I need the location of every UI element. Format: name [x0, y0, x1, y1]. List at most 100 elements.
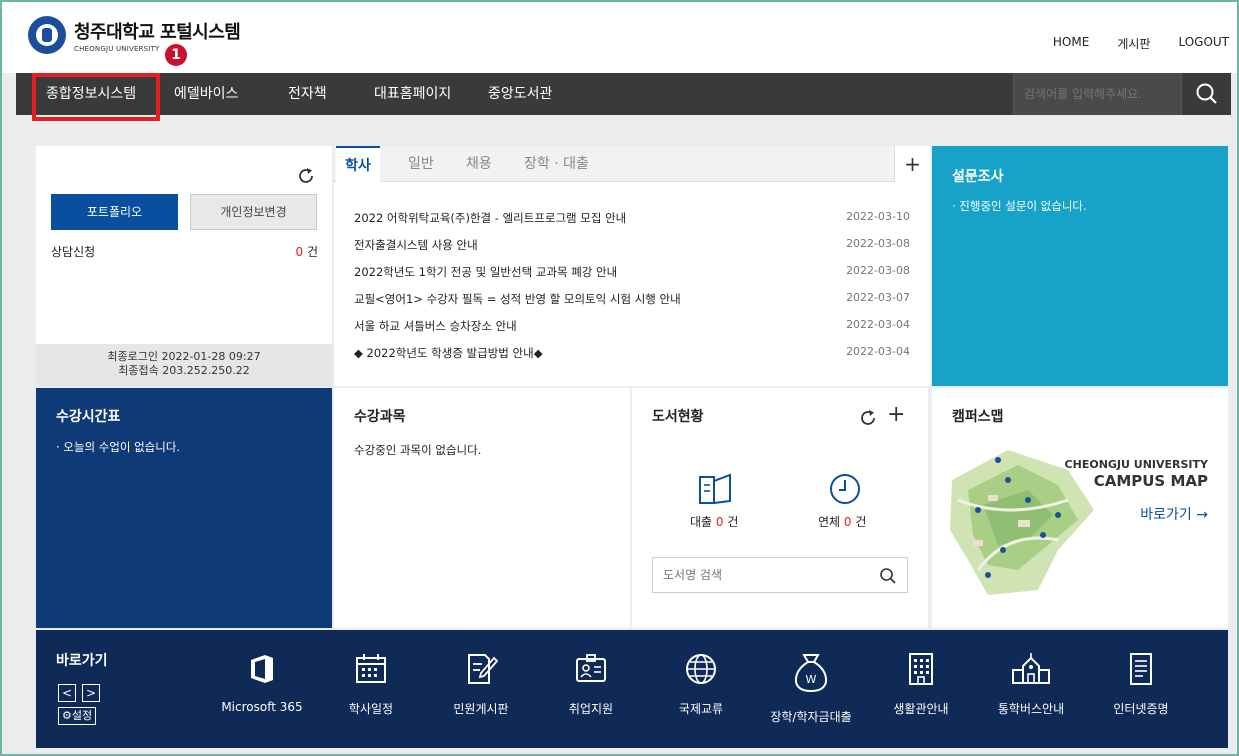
logout-link[interactable]: LOGOUT	[1178, 35, 1229, 52]
consult-count-value: 0	[295, 245, 304, 259]
quicklinks-prev-button[interactable]: <	[58, 684, 76, 702]
loan-status[interactable]: 대출 0 건	[690, 513, 738, 530]
notice-panel: 학사 일반 채용 장학 · 대출 + 2022 어학위탁교육(주)한결 - 엘리…	[334, 146, 930, 386]
calendar-icon	[356, 654, 386, 683]
campus-map-heading2: CAMPUS MAP	[1093, 472, 1208, 490]
campus-map-title: 캠퍼스맵	[952, 409, 1004, 425]
library-more-button[interactable]: +	[887, 402, 905, 427]
overdue-label: 연체	[818, 515, 841, 529]
top-links: HOME 게시판 LOGOUT	[1053, 35, 1229, 52]
survey-title: 설문조사	[952, 169, 1004, 185]
quicklink-career[interactable]: 취업지원	[536, 652, 646, 717]
quicklink-international[interactable]: 국제교류	[646, 652, 756, 717]
book-search	[652, 557, 908, 593]
quicklink-label: 생활관안내	[893, 702, 949, 716]
university-logo[interactable]: 청주대학교 포털시스템 CHEONGJU UNIVERSITY	[28, 16, 241, 54]
notice-title: ◆ 2022학년도 학생증 발급방법 안내◆	[354, 346, 543, 360]
survey-panel: 설문조사 · 진행중인 설문이 없습니다.	[932, 146, 1228, 386]
notice-title: 서울 하교 셔틀버스 승차장소 안내	[354, 319, 517, 333]
consult-label[interactable]: 상담신청	[51, 243, 95, 260]
profile-panel: 포트폴리오 개인정보변경 상담신청 0 건 최종로그인 2022-01-28 0…	[36, 146, 332, 386]
last-login: 최종로그인 2022-01-28 09:27	[107, 350, 261, 363]
nav-search	[1013, 73, 1181, 115]
quicklinks-title: 바로가기	[56, 653, 108, 669]
notice-row[interactable]: 서울 하교 셔틀버스 승차장소 안내 2022-03-04	[354, 318, 910, 334]
quicklink-scholarship-loan[interactable]: W 장학/학자금대출	[756, 652, 866, 725]
nav-item-ebook[interactable]: 전자책	[288, 73, 327, 115]
library-title: 도서현황	[652, 409, 704, 425]
consult-count-unit: 건	[306, 245, 318, 259]
notice-title: 2022 어학위탁교육(주)한결 - 엘리트프로그램 모집 안내	[354, 211, 627, 225]
quicklink-label: Microsoft 365	[221, 700, 303, 714]
privacy-settings-button[interactable]: 개인정보변경	[190, 194, 317, 230]
quicklink-shuttle-bus[interactable]: 통학버스안내	[976, 652, 1086, 717]
search-icon	[1196, 83, 1217, 104]
board-link[interactable]: 게시판	[1117, 35, 1150, 52]
courses-title: 수강과목	[354, 409, 406, 425]
notice-title: 교필<영어1> 수강자 필독 = 성적 반영 할 모의토익 시험 시행 안내	[354, 292, 681, 306]
search-input[interactable]	[1014, 73, 1181, 115]
svg-text:W: W	[806, 673, 817, 686]
book-icon	[699, 473, 731, 504]
quicklink-certificate[interactable]: 인터넷증명	[1086, 652, 1196, 717]
notice-tabs: 학사 일반 채용 장학 · 대출 +	[334, 146, 930, 182]
quicklink-academic-calendar[interactable]: 학사일정	[316, 652, 426, 717]
quicklink-label: 국제교류	[678, 702, 724, 716]
portfolio-button[interactable]: 포트폴리오	[51, 194, 178, 230]
notice-title: 2022학년도 1학기 전공 및 일반선택 교과목 폐강 안내	[354, 265, 618, 279]
search-button[interactable]	[1181, 73, 1231, 115]
consult-count[interactable]: 0 건	[295, 243, 318, 260]
quicklink-microsoft365[interactable]: Microsoft 365	[207, 652, 317, 714]
login-info: 최종로그인 2022-01-28 09:27 최종접속 203.252.250.…	[36, 344, 332, 386]
timetable-empty-text: · 오늘의 수업이 없습니다.	[56, 440, 181, 454]
home-link[interactable]: HOME	[1053, 35, 1089, 52]
tab-recruit[interactable]: 채용	[466, 146, 492, 182]
clock-icon	[830, 474, 860, 504]
survey-empty-text: · 진행중인 설문이 없습니다.	[952, 199, 1087, 213]
quicklink-dormitory[interactable]: 생활관안내	[866, 652, 976, 717]
overdue-status[interactable]: 연체 0 건	[818, 513, 866, 530]
quicklinks-settings-button[interactable]: ⚙설정	[58, 707, 97, 725]
campus-map-panel: 캠퍼스맵 CHEONGJU UNIVERSITY CAMPUS MAP 바로가기…	[932, 388, 1228, 628]
notice-date: 2022-03-07	[846, 291, 910, 304]
notice-row[interactable]: 교필<영어1> 수강자 필독 = 성적 반영 할 모의토익 시험 시행 안내 2…	[354, 291, 910, 307]
search-icon[interactable]	[879, 567, 897, 585]
nav-item-integrated-system[interactable]: 종합정보시스템	[46, 73, 136, 115]
loan-label: 대출	[690, 515, 713, 529]
quicklink-label: 인터넷증명	[1113, 702, 1169, 716]
quicklinks-bar: 바로가기 < > ⚙설정 Microsoft 365 학사일정 민원게시판 취업…	[36, 630, 1228, 748]
notice-date: 2022-03-04	[846, 318, 910, 331]
notice-date: 2022-03-08	[846, 237, 910, 250]
tab-academic[interactable]: 학사	[336, 146, 380, 182]
building-icon	[909, 653, 933, 685]
nav-item-edelweiss[interactable]: 에델바이스	[174, 73, 238, 115]
main-nav: 종합정보시스템 에델바이스 전자책 대표홈페이지 중앙도서관	[16, 73, 1231, 115]
library-panel: 도서현황 + 대출 0 건 연체 0 건	[632, 388, 928, 628]
quicklink-civil-board[interactable]: 민원게시판	[426, 652, 536, 717]
overdue-count: 0	[843, 515, 852, 529]
nav-item-library[interactable]: 중앙도서관	[488, 73, 552, 115]
notice-row[interactable]: 2022학년도 1학기 전공 및 일반선택 교과목 폐강 안내 2022-03-…	[354, 264, 910, 280]
courses-panel: 수강과목 수강중인 과목이 없습니다.	[334, 388, 630, 628]
quicklink-label: 민원게시판	[453, 702, 509, 716]
notice-title: 전자출결시스템 사용 안내	[354, 238, 478, 252]
notice-row[interactable]: 전자출결시스템 사용 안내 2022-03-08	[354, 237, 910, 253]
nav-item-homepage[interactable]: 대표홈페이지	[374, 73, 451, 115]
refresh-icon[interactable]	[858, 408, 878, 428]
refresh-icon[interactable]	[296, 166, 316, 186]
campus-map-link[interactable]: 바로가기 →	[1140, 504, 1208, 524]
document-edit-icon	[468, 654, 498, 684]
notice-row[interactable]: 2022 어학위탁교육(주)한결 - 엘리트프로그램 모집 안내 2022-03…	[354, 210, 910, 226]
office-icon	[251, 655, 273, 683]
quicklinks-next-button[interactable]: >	[82, 684, 100, 702]
tab-general[interactable]: 일반	[408, 146, 434, 182]
notice-date: 2022-03-04	[846, 345, 910, 358]
globe-icon	[686, 654, 716, 684]
university-name-en: CHEONGJU UNIVERSITY	[74, 44, 160, 53]
notice-more-button[interactable]: +	[894, 146, 930, 182]
school-icon	[1012, 653, 1050, 684]
tab-scholarship[interactable]: 장학 · 대출	[524, 146, 589, 182]
loan-count: 0	[715, 515, 724, 529]
notice-row[interactable]: ◆ 2022학년도 학생증 발급방법 안내◆ 2022-03-04	[354, 345, 910, 361]
book-search-input[interactable]	[653, 558, 873, 592]
